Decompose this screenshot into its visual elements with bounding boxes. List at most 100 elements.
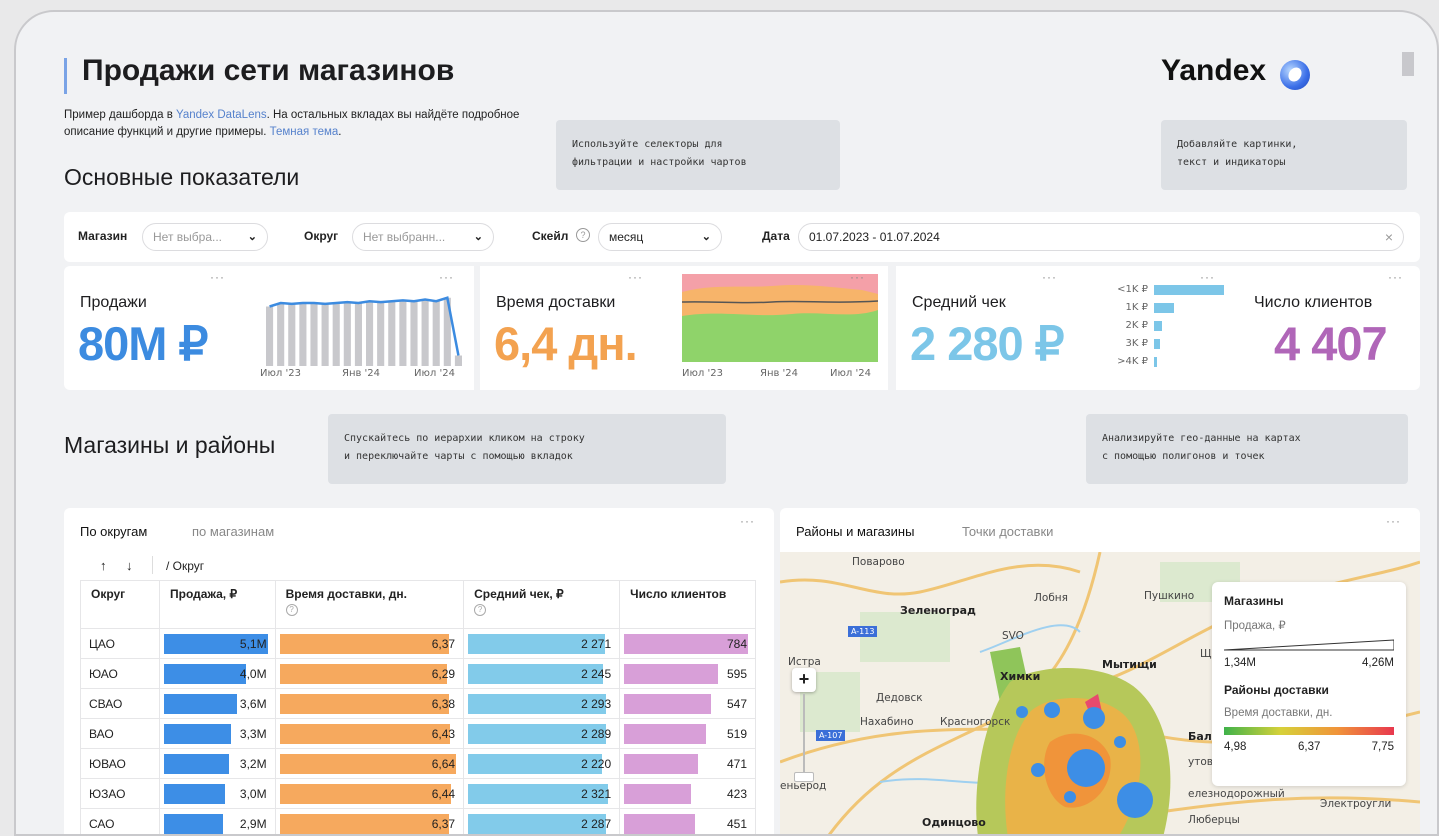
more-menu-icon[interactable]: ··· [210, 270, 225, 284]
sales-bar [299, 303, 307, 366]
store-marker[interactable] [1114, 736, 1126, 748]
scrollbar-thumb[interactable] [1402, 52, 1414, 76]
sales-bar [410, 301, 418, 366]
store-filter-label: Магазин [78, 229, 128, 243]
sales-bar [310, 303, 318, 366]
kpi-clients-label: Число клиентов [1254, 294, 1373, 311]
table-cell-delivery: 6,37 [274, 808, 465, 834]
table-row[interactable]: ЮАО 4,0M 6,29 2 245 595 [79, 658, 756, 689]
scale-select[interactable]: месяц ⌄ [598, 223, 722, 251]
table-cell-check: 2 245 [463, 658, 621, 689]
cell-value: 5,1M [239, 636, 267, 651]
kpi-clients-value: 4 407 [1274, 317, 1388, 370]
date-range-input[interactable]: 01.07.2023 - 01.07.2024 × [798, 223, 1404, 251]
help-icon[interactable]: ? [576, 228, 590, 242]
tab-by-store[interactable]: по магазинам [192, 524, 274, 539]
cell-value: САО [89, 816, 115, 831]
more-menu-icon[interactable]: ··· [628, 270, 643, 284]
zoom-in-button[interactable]: + [792, 668, 816, 692]
legend-sales-max: 4,26M [1362, 657, 1394, 669]
tick-label: Июл '24 [414, 368, 455, 379]
cell-value: ЮЗАО [89, 786, 126, 801]
kpi-sales-card: ··· Продажи 80M ₽ [64, 266, 254, 390]
scale-select-value: месяц [609, 230, 644, 244]
store-marker[interactable] [1064, 791, 1076, 803]
help-icon[interactable]: ? [474, 604, 487, 616]
zoom-slider-handle[interactable] [794, 772, 814, 782]
table-cell-name: ВАО [79, 718, 161, 749]
col-header[interactable]: Продажа, ₽ [159, 580, 276, 629]
kpi-delivery-card: ··· Время доставки 6,4 дн. [480, 266, 676, 390]
hist-row: 2K ₽ [1094, 318, 1230, 334]
store-marker[interactable] [1117, 782, 1153, 818]
district-table-panel: По округам по магазинам ··· ↑ ↓ / Округ … [64, 508, 774, 834]
more-menu-icon[interactable]: ··· [1386, 514, 1401, 528]
table-cell-check: 2 287 [463, 808, 621, 834]
table-cell-clients: 784 [619, 628, 756, 659]
breadcrumb[interactable]: / Округ [166, 559, 204, 573]
table-row[interactable]: САО 2,9M 6,37 2 287 451 [79, 808, 756, 834]
store-marker[interactable] [1067, 749, 1105, 787]
clear-icon[interactable]: × [1385, 229, 1393, 245]
map-legend: Магазины Продажа, ₽ 1,34M 4,26M Районы д… [1212, 582, 1406, 786]
store-marker[interactable] [1083, 707, 1105, 729]
table-row[interactable]: ЮВАО 3,2M 6,64 2 220 471 [79, 748, 756, 779]
filter-bar: Магазин Нет выбра... ⌄ Округ Нет выбранн… [64, 212, 1420, 262]
tab-delivery-points[interactable]: Точки доставки [962, 524, 1053, 539]
tab-by-district[interactable]: По округам [80, 524, 147, 539]
map-label: Зеленоград [900, 604, 976, 617]
table-row[interactable]: ЮЗАО 3,0M 6,44 2 321 423 [79, 778, 756, 809]
zoom-slider-track[interactable] [803, 694, 805, 774]
more-menu-icon[interactable]: ··· [740, 514, 755, 528]
table-row[interactable]: СВАО 3,6M 6,38 2 293 547 [79, 688, 756, 719]
table-cell-clients: 471 [619, 748, 756, 779]
note-line: Добавляйте картинки, [1177, 139, 1298, 150]
cell-value: 595 [726, 666, 747, 681]
store-select[interactable]: Нет выбра... ⌄ [142, 223, 268, 251]
more-menu-icon[interactable]: ··· [1042, 270, 1057, 284]
table-cell-check: 2 321 [463, 778, 621, 809]
map-label: Пушкино [1144, 590, 1195, 602]
table-body: ЦАО 5,1M 6,37 2 271 784 ЮАО 4,0M 6,29 2 245 595 СВ… [79, 628, 756, 834]
datalens-link[interactable]: Yandex DataLens [176, 109, 267, 121]
sales-bar [454, 355, 462, 366]
store-marker[interactable] [1031, 763, 1045, 777]
sort-desc-icon[interactable]: ↓ [126, 558, 133, 573]
more-menu-icon[interactable]: ··· [1388, 270, 1403, 284]
col-header[interactable]: Средний чек, ₽? [463, 580, 621, 629]
legend-d-max: 7,75 [1371, 741, 1394, 753]
table-cell-sales: 3,2M [159, 748, 276, 779]
store-marker[interactable] [1016, 706, 1028, 718]
hist-row: 3K ₽ [1094, 336, 1230, 352]
table-row[interactable]: ЦАО 5,1M 6,37 2 271 784 [79, 628, 756, 659]
sort-asc-icon[interactable]: ↑ [100, 558, 107, 573]
col-header[interactable]: Округ [79, 580, 161, 629]
col-header[interactable]: Число клиентов [619, 580, 756, 629]
cell-value: 3,3M [239, 726, 267, 741]
map-panel: Районы и магазины Точки доставки ··· Пов… [780, 508, 1420, 834]
kpi-avg-check-card: ··· Средний чек 2 280 ₽ [896, 266, 1086, 390]
cell-value: 3,6M [239, 696, 267, 711]
more-menu-icon[interactable]: ··· [439, 270, 454, 284]
col-header[interactable]: Время доставки, дн.? [274, 580, 465, 629]
table-cell-clients: 595 [619, 658, 756, 689]
check-histogram: <1K ₽ 1K ₽ 2K ₽ 3K ₽ >4K ₽ [1094, 282, 1230, 382]
map-label: Лобня [1034, 592, 1068, 604]
table-row[interactable]: ВАО 3,3M 6,43 2 289 519 [79, 718, 756, 749]
cell-value: 6,29 [431, 666, 456, 681]
district-select[interactable]: Нет выбранн... ⌄ [352, 223, 494, 251]
map-label: Химки [1000, 670, 1041, 683]
store-marker[interactable] [1044, 702, 1060, 718]
more-menu-icon[interactable]: ··· [850, 270, 865, 284]
sales-bar [421, 299, 429, 366]
desc-text: Пример дашборда в [64, 109, 177, 121]
map-label: Дедовск [876, 692, 923, 704]
kpi-clients-card: ··· Число клиентов 4 407 [1238, 266, 1420, 390]
map-canvas[interactable]: Поварово Зеленоград Лобня Пушкино SVO Мы… [780, 552, 1420, 834]
dark-theme-link[interactable]: Темная тема [270, 126, 339, 138]
legend-color-scale [1224, 727, 1394, 735]
tab-districts-stores[interactable]: Районы и магазины [796, 524, 914, 539]
dashboard-description: Пример дашборда в Yandex DataLens. На ос… [64, 107, 544, 141]
map-label: Мытищи [1102, 658, 1157, 671]
help-icon[interactable]: ? [285, 604, 298, 616]
